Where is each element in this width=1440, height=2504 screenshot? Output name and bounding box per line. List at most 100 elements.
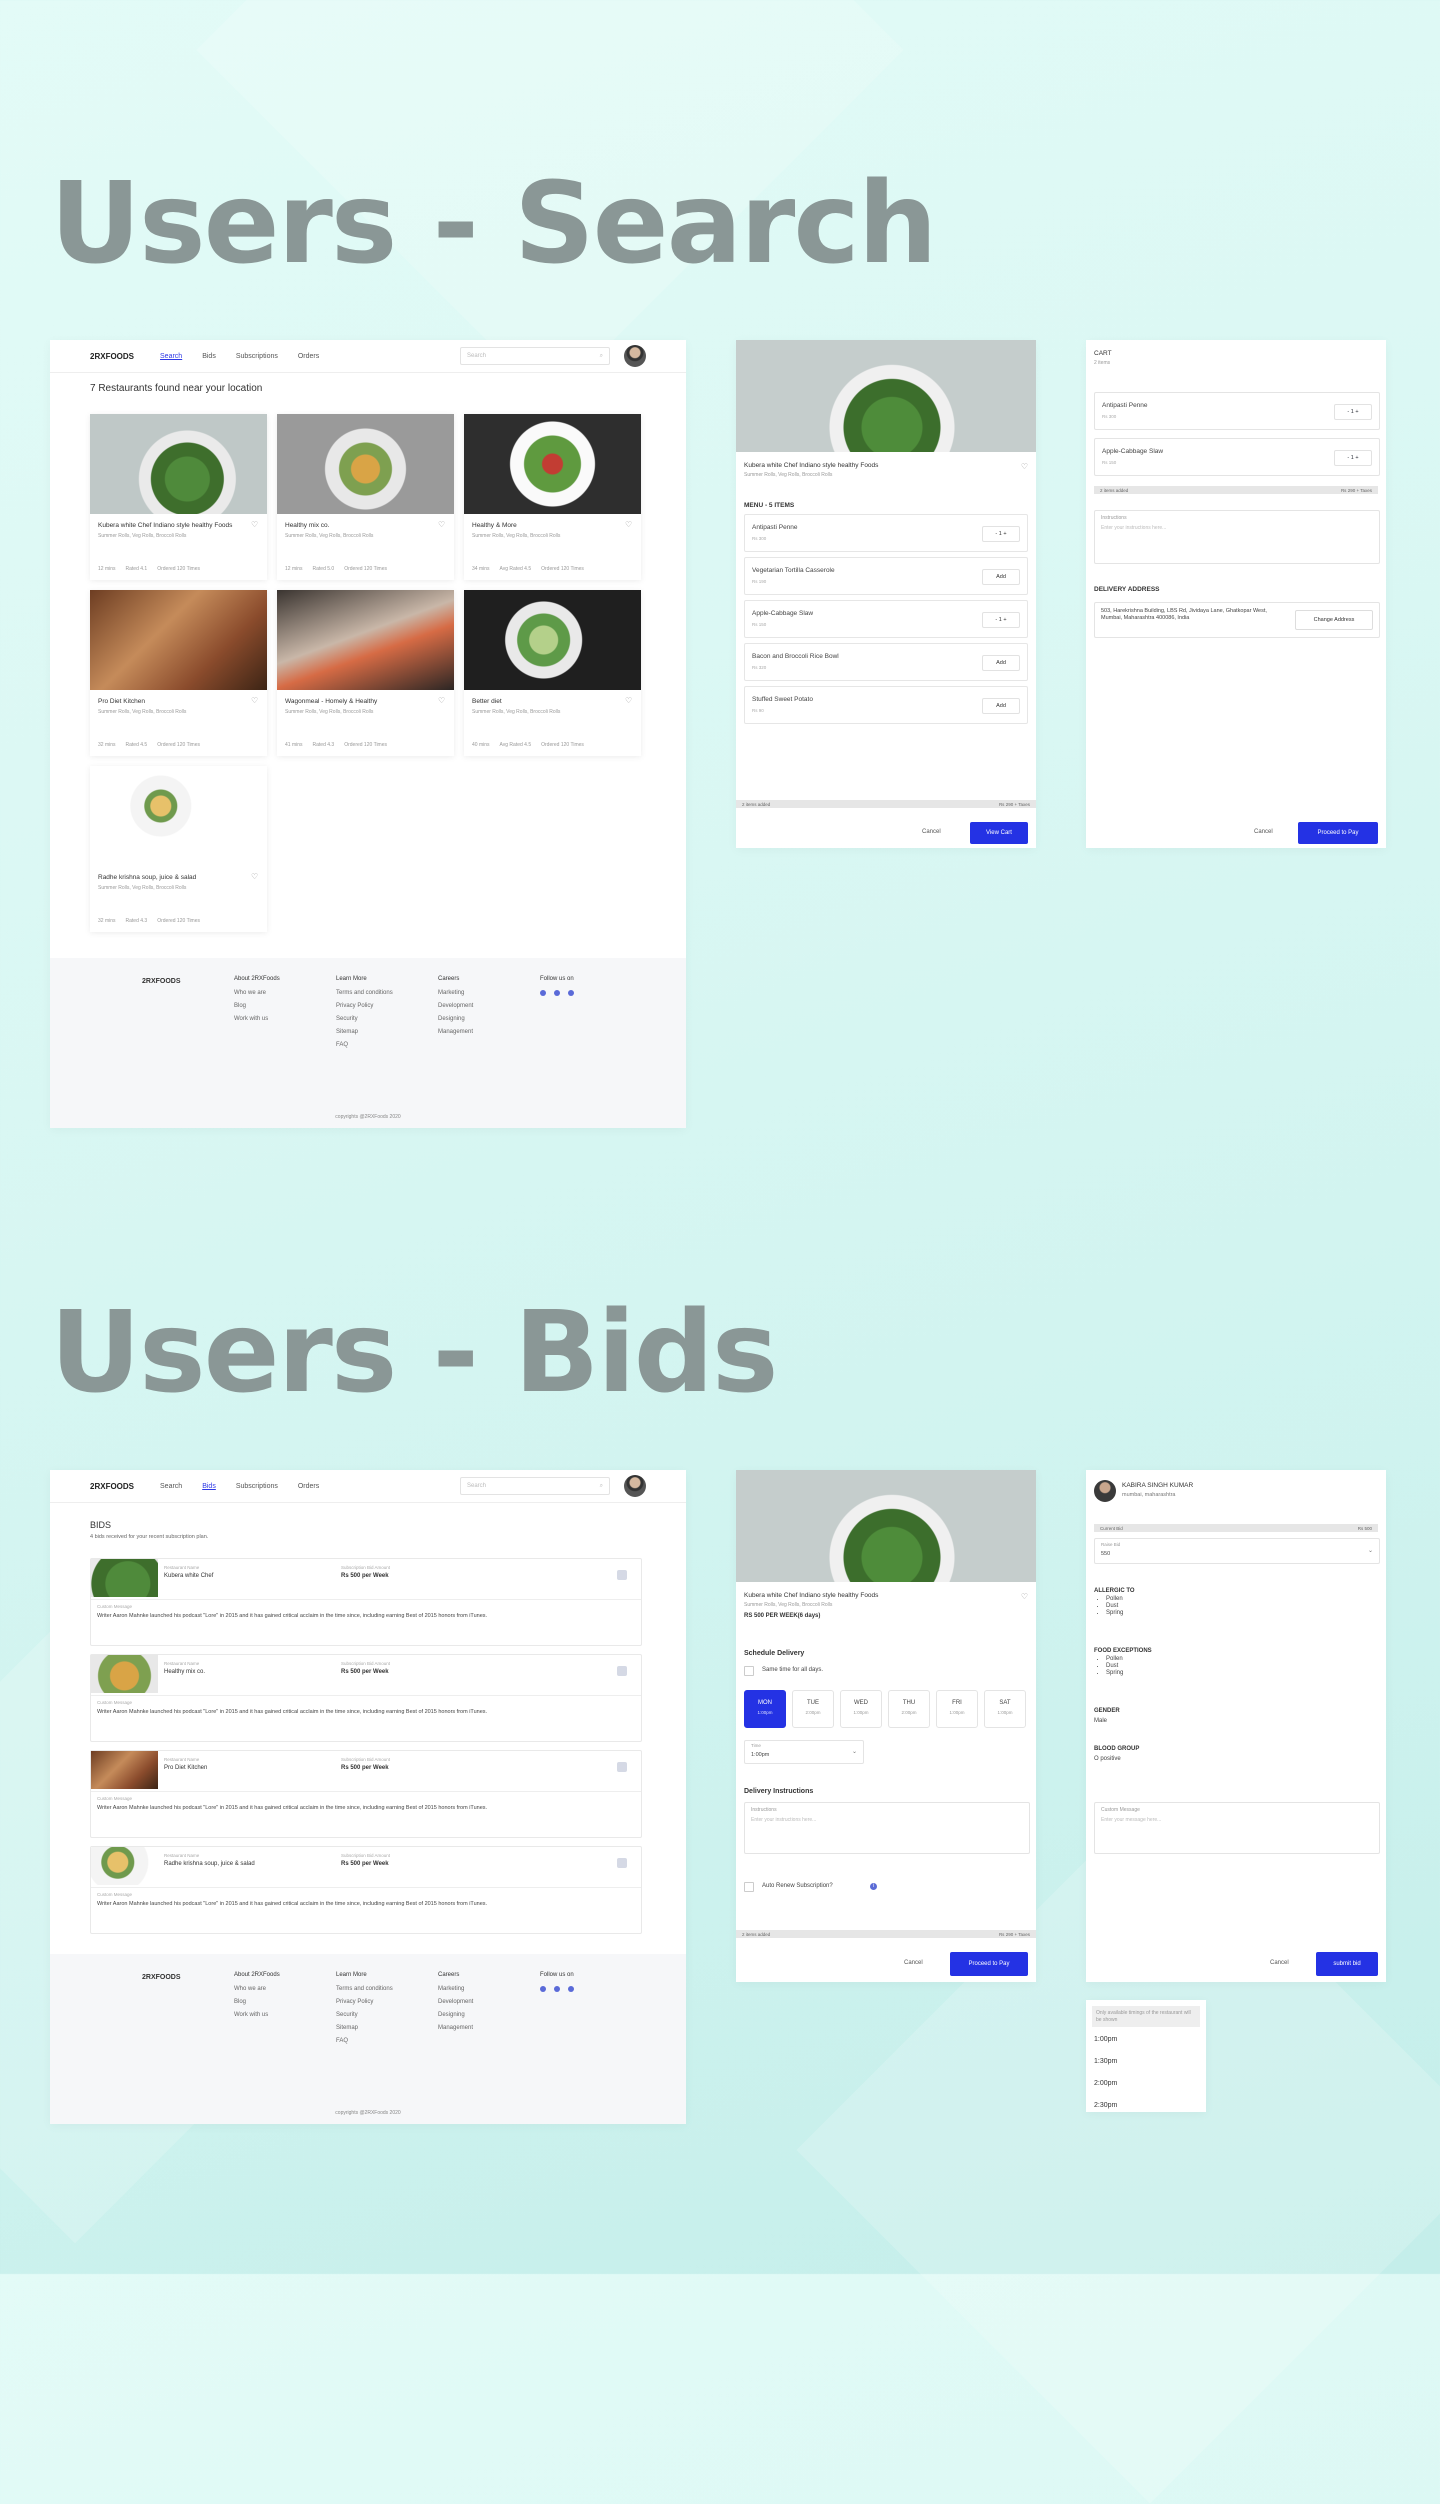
time-option[interactable]: 2:00pm [1094,2080,1117,2087]
quantity-stepper[interactable]: - 1 + [1334,450,1372,466]
logo[interactable]: 2RXFOODS [90,352,134,361]
time-text: 34 mins [472,566,490,572]
heart-icon[interactable]: ♡ [625,521,633,529]
message-icon[interactable] [617,1858,627,1868]
nav-link-orders[interactable]: Orders [298,353,319,360]
day-tue[interactable]: TUE 2:00pm [792,1690,834,1728]
footer-link[interactable]: Terms and conditions [336,990,438,996]
heart-icon[interactable]: ♡ [438,521,446,529]
restaurant-card[interactable]: ♡ Pro Diet Kitchen Summer Rolls, Veg Rol… [90,590,267,756]
add-button[interactable]: Add [982,569,1020,585]
restaurant-card[interactable]: ♡ Kubera white Chef Indiano style health… [90,414,267,580]
nav-link-orders[interactable]: Orders [298,1483,319,1490]
day-fri[interactable]: FRI 1:00pm [936,1690,978,1728]
cancel-button[interactable]: Cancel [1270,1960,1289,1966]
search-input[interactable]: Search ⌕ [460,347,610,365]
nav-link-search[interactable]: Search [160,1483,182,1490]
footer-link[interactable]: Blog [234,1003,336,1009]
footer-heading: Follow us on [540,1972,574,1978]
day-wed[interactable]: WED 1:00pm [840,1690,882,1728]
custom-message-textarea[interactable]: Custom Message Enter your message here... [1094,1802,1380,1854]
time-option[interactable]: 1:00pm [1094,2036,1117,2043]
twitter-icon[interactable] [554,1986,560,1992]
day-thu[interactable]: THU 2:00pm [888,1690,930,1728]
time-option[interactable]: 1:30pm [1094,2058,1117,2065]
footer-link[interactable]: Development [438,1999,540,2005]
nav-link-subscriptions[interactable]: Subscriptions [236,1483,278,1490]
footer-link[interactable]: Security [336,2012,438,2018]
proceed-to-pay-button[interactable]: Proceed to Pay [1298,822,1378,844]
quantity-stepper[interactable]: - 1 + [982,612,1020,628]
heart-icon[interactable]: ♡ [1021,462,1028,471]
quantity-stepper[interactable]: - 1 + [982,526,1020,542]
instagram-icon[interactable] [540,990,546,996]
logo[interactable]: 2RXFOODS [90,1482,134,1491]
footer-link[interactable]: Management [438,1029,540,1035]
footer-link[interactable]: Designing [438,1016,540,1022]
instructions-textarea[interactable]: Instructions Enter your instructions here… [1094,510,1380,564]
time-select[interactable]: Time 1:00pm ⌄ [744,1740,864,1764]
avatar[interactable] [624,345,646,367]
footer-link[interactable]: Who we are [234,990,336,996]
footer-link[interactable]: Marketing [438,1986,540,1992]
footer-link[interactable]: FAQ [336,1042,438,1048]
day-mon[interactable]: MON 1:00pm [744,1690,786,1728]
add-button[interactable]: Add [982,698,1020,714]
restaurant-card[interactable]: ♡ Healthy & More Summer Rolls, Veg Rolls… [464,414,641,580]
view-cart-button[interactable]: View Cart [970,822,1028,844]
search-input[interactable]: Search ⌕ [460,1477,610,1495]
auto-renew-checkbox[interactable] [744,1882,754,1892]
time-option[interactable]: 2:30pm [1094,2102,1117,2109]
avatar[interactable] [624,1475,646,1497]
instagram-icon[interactable] [540,1986,546,1992]
footer-link[interactable]: Terms and conditions [336,1986,438,1992]
footer-link[interactable]: Sitemap [336,2025,438,2031]
footer-link[interactable]: Security [336,1016,438,1022]
heart-icon[interactable]: ♡ [251,873,259,881]
footer-link[interactable]: Privacy Policy [336,1999,438,2005]
facebook-icon[interactable] [568,1986,574,1992]
message-icon[interactable] [617,1762,627,1772]
nav-link-bids[interactable]: Bids [202,353,216,360]
add-button[interactable]: Add [982,655,1020,671]
footer-link[interactable]: Work with us [234,1016,336,1022]
nav-link-search[interactable]: Search [160,353,182,360]
day-sat[interactable]: SAT 1:00pm [984,1690,1026,1728]
heart-icon[interactable]: ♡ [251,521,259,529]
footer-link[interactable]: Management [438,2025,540,2031]
raise-bid-select[interactable]: Raise Bid 550 ⌄ [1094,1538,1380,1564]
twitter-icon[interactable] [554,990,560,996]
footer-link[interactable]: Development [438,1003,540,1009]
footer-link[interactable]: Sitemap [336,1029,438,1035]
restaurant-card[interactable]: ♡ Radhe krishna soup, juice & salad Summ… [90,766,267,932]
submit-bid-button[interactable]: submit bid [1316,1952,1378,1976]
footer-link[interactable]: Designing [438,2012,540,2018]
same-time-checkbox[interactable] [744,1666,754,1676]
nav-link-subscriptions[interactable]: Subscriptions [236,353,278,360]
message-icon[interactable] [617,1666,627,1676]
quantity-stepper[interactable]: - 1 + [1334,404,1372,420]
cancel-button[interactable]: Cancel [922,829,941,835]
message-icon[interactable] [617,1570,627,1580]
footer-link[interactable]: Marketing [438,990,540,996]
heart-icon[interactable]: ♡ [625,697,633,705]
instructions-textarea[interactable]: Instructions Enter your instructions here… [744,1802,1030,1854]
footer-link[interactable]: Who we are [234,1986,336,1992]
restaurant-card[interactable]: ♡ Healthy mix co. Summer Rolls, Veg Roll… [277,414,454,580]
footer-link[interactable]: FAQ [336,2038,438,2044]
heart-icon[interactable]: ♡ [1021,1592,1028,1601]
cancel-button[interactable]: Cancel [904,1960,923,1966]
change-address-button[interactable]: Change Address [1295,610,1373,630]
proceed-to-pay-button[interactable]: Proceed to Pay [950,1952,1028,1976]
facebook-icon[interactable] [568,990,574,996]
footer-link[interactable]: Work with us [234,2012,336,2018]
nav-link-bids[interactable]: Bids [202,1483,216,1490]
cancel-button[interactable]: Cancel [1254,829,1273,835]
footer-link[interactable]: Blog [234,1999,336,2005]
restaurant-card[interactable]: ♡ Better diet Summer Rolls, Veg Rolls, B… [464,590,641,756]
restaurant-card[interactable]: ♡ Wagonmeal - Homely & Healthy Summer Ro… [277,590,454,756]
heart-icon[interactable]: ♡ [251,697,259,705]
info-icon[interactable]: i [870,1883,877,1890]
heart-icon[interactable]: ♡ [438,697,446,705]
footer-link[interactable]: Privacy Policy [336,1003,438,1009]
